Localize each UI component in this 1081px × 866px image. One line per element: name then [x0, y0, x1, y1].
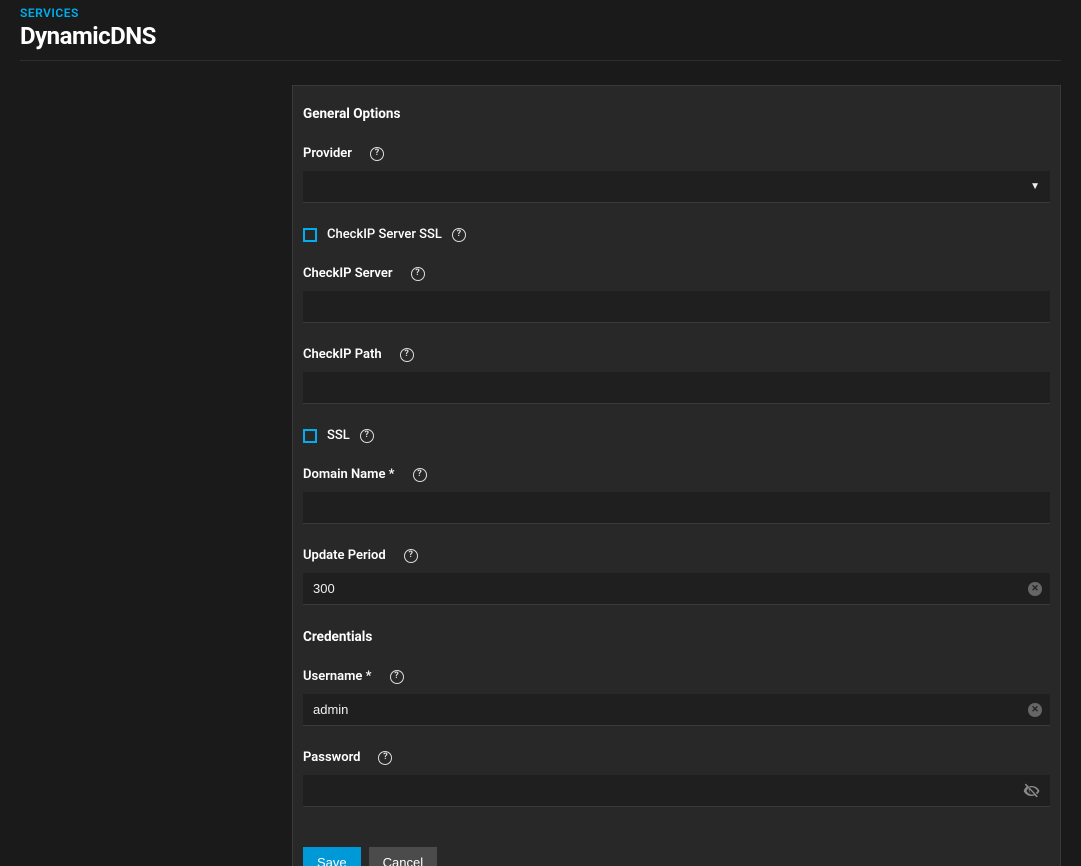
checkip-server-label: CheckIP Server — [303, 266, 393, 281]
save-button[interactable]: Save — [303, 847, 361, 866]
field-checkip-server-ssl: CheckIP Server SSL — [303, 227, 1050, 242]
help-icon[interactable] — [400, 348, 414, 362]
toggle-password-visibility[interactable] — [1022, 781, 1042, 801]
close-icon — [1028, 582, 1042, 596]
username-input[interactable] — [303, 694, 1050, 726]
chevron-down-icon: ▼ — [1030, 181, 1040, 192]
checkip-ssl-label: CheckIP Server SSL — [327, 227, 442, 242]
close-icon — [1028, 703, 1042, 717]
field-checkip-path: CheckIP Path — [303, 347, 1050, 404]
field-provider: Provider ▼ — [303, 146, 1050, 203]
domain-name-label: Domain Name * — [303, 467, 395, 482]
page-title: DynamicDNS — [20, 22, 1061, 50]
help-icon[interactable] — [413, 468, 427, 482]
field-checkip-server: CheckIP Server — [303, 266, 1050, 323]
field-update-period: Update Period — [303, 548, 1050, 605]
update-period-label: Update Period — [303, 548, 386, 563]
help-icon[interactable] — [411, 267, 425, 281]
section-general-title: General Options — [303, 106, 1050, 122]
help-icon[interactable] — [452, 228, 466, 242]
divider — [20, 60, 1061, 61]
domain-name-input[interactable] — [303, 492, 1050, 524]
checkip-path-label: CheckIP Path — [303, 347, 382, 362]
field-ssl: SSL — [303, 428, 1050, 443]
clear-input-button[interactable] — [1028, 703, 1042, 717]
section-credentials-title: Credentials — [303, 629, 1050, 645]
ssl-checkbox[interactable] — [303, 429, 317, 443]
eye-off-icon — [1022, 781, 1042, 801]
form-actions: Save Cancel — [293, 831, 1060, 866]
provider-label: Provider — [303, 146, 352, 161]
provider-select[interactable]: ▼ — [303, 171, 1050, 203]
checkip-ssl-checkbox[interactable] — [303, 228, 317, 242]
help-icon[interactable] — [390, 670, 404, 684]
checkip-path-input[interactable] — [303, 372, 1050, 404]
field-password: Password — [303, 750, 1050, 807]
help-icon[interactable] — [378, 751, 392, 765]
settings-card: General Options Provider ▼ CheckIP Ser — [292, 85, 1061, 866]
password-input[interactable] — [303, 775, 1050, 807]
clear-input-button[interactable] — [1028, 582, 1042, 596]
help-icon[interactable] — [370, 147, 384, 161]
checkip-server-input[interactable] — [303, 291, 1050, 323]
help-icon[interactable] — [360, 429, 374, 443]
username-label: Username * — [303, 669, 372, 684]
breadcrumb[interactable]: SERVICES — [20, 0, 1061, 20]
cancel-button[interactable]: Cancel — [369, 847, 437, 866]
help-icon[interactable] — [404, 549, 418, 563]
ssl-label: SSL — [327, 428, 350, 443]
update-period-input[interactable] — [303, 573, 1050, 605]
password-label: Password — [303, 750, 360, 765]
field-domain-name: Domain Name * — [303, 467, 1050, 524]
field-username: Username * — [303, 669, 1050, 726]
